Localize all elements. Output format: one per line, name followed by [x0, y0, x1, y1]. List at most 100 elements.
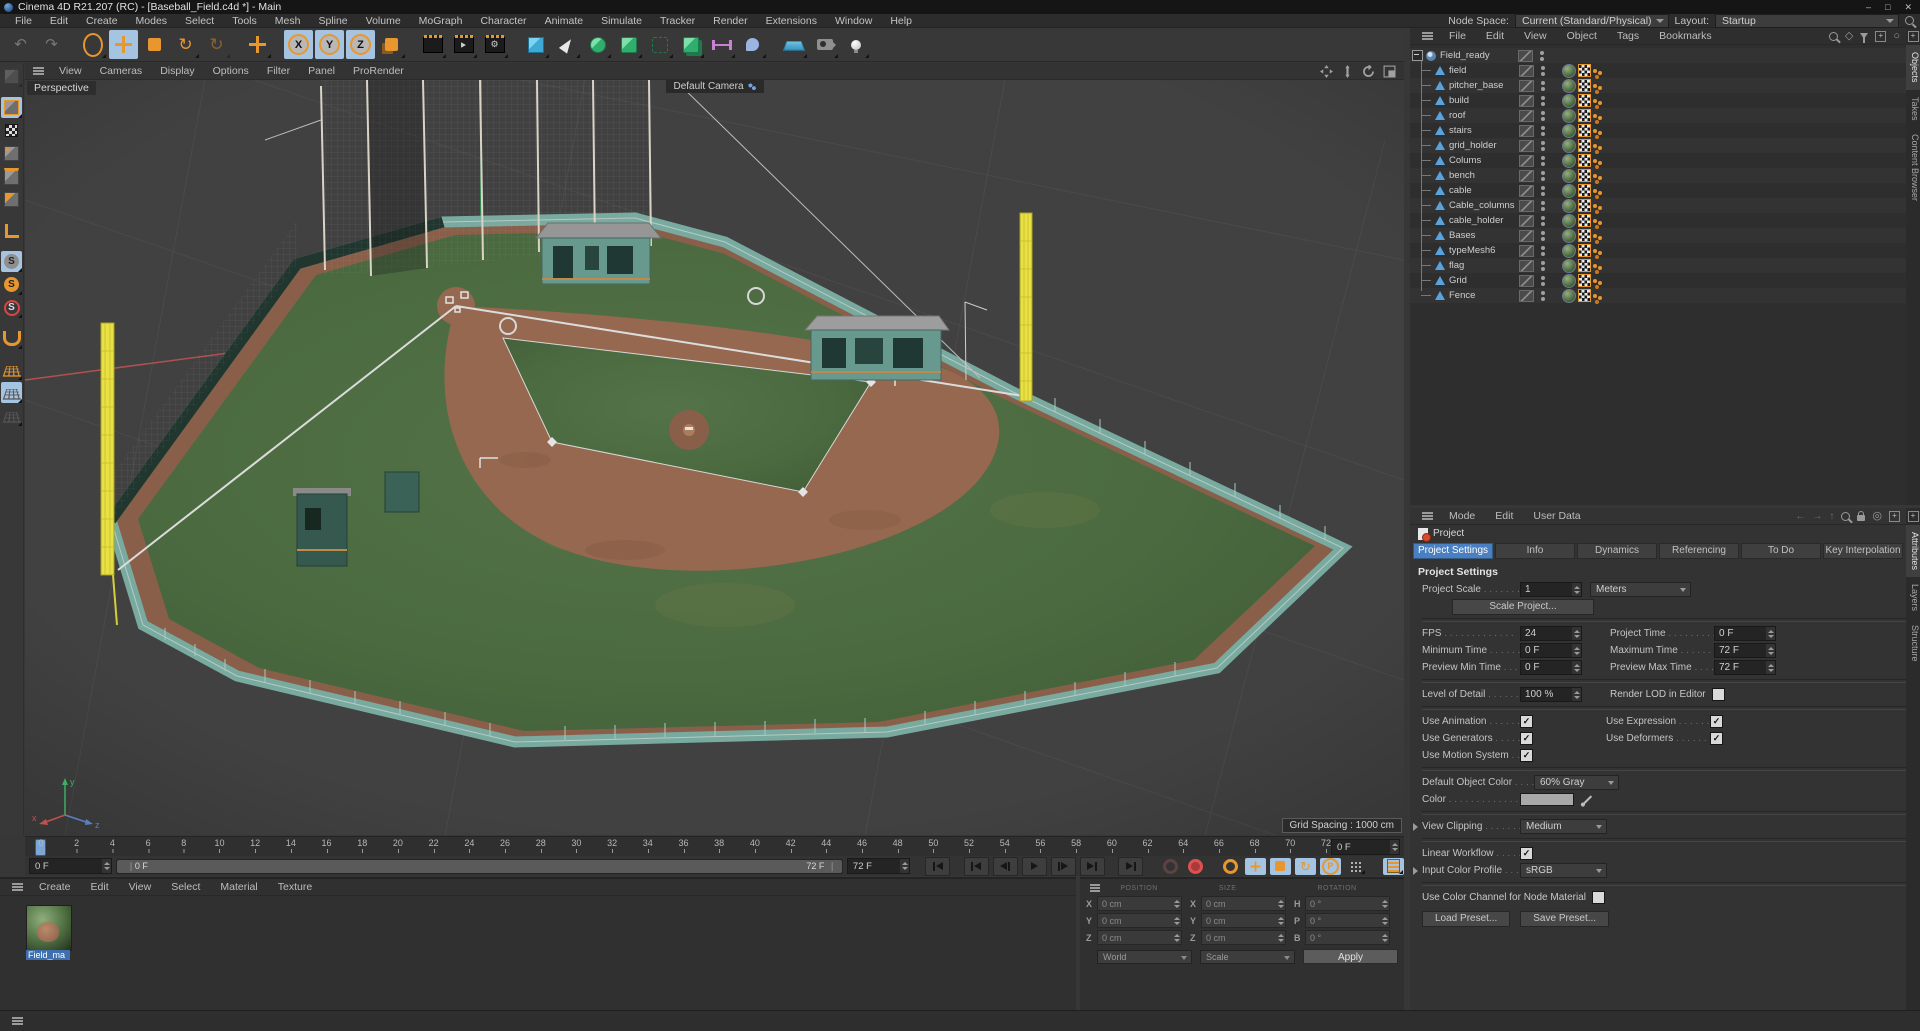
- material-menu-item[interactable]: Select: [161, 881, 210, 893]
- lock-y-axis-button[interactable]: Y: [315, 30, 344, 59]
- visibility-dots[interactable]: [1538, 110, 1548, 121]
- key-rotation-toggle[interactable]: ↻: [1294, 857, 1316, 875]
- use-motion-checkbox[interactable]: [1520, 749, 1533, 762]
- history-back-icon[interactable]: ←: [1795, 511, 1805, 522]
- menu-item[interactable]: Simulate: [592, 15, 651, 27]
- object-name[interactable]: roof: [1449, 110, 1519, 121]
- object-name[interactable]: build: [1449, 95, 1519, 106]
- rotation-p-field[interactable]: 0 °: [1305, 913, 1390, 928]
- node-space-select[interactable]: Current (Standard/Physical): [1514, 13, 1669, 28]
- uvw-tag-icon[interactable]: [1578, 289, 1591, 302]
- keyframe-record-button[interactable]: [1185, 858, 1206, 875]
- attribute-tab[interactable]: Project Settings: [1413, 543, 1493, 559]
- camera-button[interactable]: [810, 30, 839, 59]
- object-name[interactable]: bench: [1449, 170, 1519, 181]
- frame-tick[interactable]: 70: [1285, 838, 1295, 853]
- view-label[interactable]: Perspective: [27, 81, 96, 95]
- mograph-button[interactable]: [676, 30, 705, 59]
- visibility-dots[interactable]: [1538, 80, 1548, 91]
- visibility-dots[interactable]: [1538, 125, 1548, 136]
- menu-item[interactable]: Mesh: [266, 15, 310, 27]
- viewport-solo-single-button[interactable]: S: [1, 274, 22, 295]
- track-icon[interactable]: ◎: [1872, 510, 1882, 522]
- frame-tick[interactable]: 38: [714, 838, 724, 853]
- frame-tick[interactable]: 52: [964, 838, 974, 853]
- lock-workplane-button[interactable]: [1, 382, 22, 403]
- frame-tick[interactable]: 12: [250, 838, 260, 853]
- object-row[interactable]: Bases: [1410, 228, 1906, 243]
- layout-select[interactable]: Startup: [1715, 13, 1899, 28]
- position-z-field[interactable]: 0 cm: [1097, 930, 1182, 945]
- toggle-view-icon[interactable]: [1383, 65, 1396, 78]
- frame-tick[interactable]: 14: [286, 838, 296, 853]
- menu-item[interactable]: Tools: [223, 15, 266, 27]
- frame-tick[interactable]: 4: [110, 838, 115, 853]
- frame-tick[interactable]: 8: [181, 838, 186, 853]
- object-name[interactable]: field: [1449, 65, 1519, 76]
- frame-tick[interactable]: 36: [678, 838, 689, 853]
- object-row[interactable]: stairs: [1410, 123, 1906, 138]
- visibility-dots[interactable]: [1538, 155, 1548, 166]
- frame-tick[interactable]: 18: [357, 838, 367, 853]
- axis-mode-button[interactable]: [1, 220, 22, 241]
- uvw-tag-icon[interactable]: [1578, 169, 1591, 182]
- visibility-dots[interactable]: [1538, 200, 1548, 211]
- project-scale-field[interactable]: 1: [1520, 582, 1582, 597]
- visibility-dots[interactable]: [1538, 185, 1548, 196]
- viewport-menu-item[interactable]: Filter: [258, 65, 299, 77]
- material-menu-item[interactable]: Material: [210, 881, 267, 893]
- texture-tag-icon[interactable]: [1562, 213, 1576, 228]
- menu-item[interactable]: Character: [471, 15, 535, 27]
- panel-tab[interactable]: Takes: [1906, 89, 1920, 128]
- phong-tag-icon[interactable]: [1593, 263, 1597, 268]
- play-button[interactable]: [1021, 856, 1047, 876]
- layer-chip[interactable]: [1519, 199, 1534, 212]
- visibility-dots[interactable]: [1538, 245, 1548, 256]
- menu-item[interactable]: Animate: [536, 15, 593, 27]
- layer-chip[interactable]: [1519, 289, 1534, 302]
- object-row[interactable]: typeMesh6: [1410, 243, 1906, 258]
- om-path-icon[interactable]: ◇: [1845, 30, 1853, 42]
- frame-tick[interactable]: 30: [571, 838, 581, 853]
- use-deformers-checkbox[interactable]: [1710, 732, 1723, 745]
- attribute-tab[interactable]: Referencing: [1659, 543, 1739, 559]
- object-name[interactable]: cable: [1449, 185, 1519, 196]
- default-color-select[interactable]: 60% Gray: [1534, 775, 1619, 790]
- object-name[interactable]: typeMesh6: [1449, 245, 1519, 256]
- layer-chip[interactable]: [1519, 274, 1534, 287]
- phong-tag-icon[interactable]: [1593, 158, 1597, 163]
- object-row[interactable]: build: [1410, 93, 1906, 108]
- preview-max-field[interactable]: 72 F: [1714, 660, 1776, 675]
- phong-tag-icon[interactable]: [1593, 128, 1597, 133]
- generator-button[interactable]: [614, 30, 643, 59]
- frame-tick[interactable]: 20: [393, 838, 403, 853]
- object-name[interactable]: grid_holder: [1449, 140, 1519, 151]
- phong-tag-icon[interactable]: [1593, 278, 1597, 283]
- phong-tag-icon[interactable]: [1593, 203, 1597, 208]
- visibility-dots[interactable]: [1538, 290, 1548, 301]
- collapse-icon[interactable]: [1412, 50, 1423, 61]
- phong-tag-icon[interactable]: [1593, 233, 1597, 238]
- object-row-root[interactable]: Field_ready: [1410, 48, 1906, 63]
- layer-chip[interactable]: [1519, 79, 1534, 92]
- preview-range-bar[interactable]: ❘ 0 F 72 F ❘: [117, 859, 842, 873]
- menu-item[interactable]: Help: [881, 15, 921, 27]
- frame-tick[interactable]: 26: [500, 838, 510, 853]
- layer-chip[interactable]: [1519, 94, 1534, 107]
- next-frame-button[interactable]: [1050, 856, 1076, 876]
- object-row[interactable]: cable: [1410, 183, 1906, 198]
- frame-tick[interactable]: 58: [1071, 838, 1081, 853]
- uvw-tag-icon[interactable]: [1578, 214, 1591, 227]
- search-icon[interactable]: [1905, 16, 1914, 25]
- uvw-tag-icon[interactable]: [1578, 229, 1591, 242]
- attribute-tab[interactable]: Dynamics: [1577, 543, 1657, 559]
- planar-workplane-button[interactable]: [1, 405, 22, 426]
- frame-tick[interactable]: 16: [322, 838, 332, 853]
- texture-tag-icon[interactable]: [1562, 273, 1576, 288]
- global-move-tool[interactable]: [243, 30, 272, 59]
- frame-tick[interactable]: 66: [1214, 838, 1224, 853]
- uvw-tag-icon[interactable]: [1578, 154, 1591, 167]
- point-mode-button[interactable]: [1, 143, 22, 164]
- am-menu-item[interactable]: Mode: [1439, 510, 1485, 522]
- color-swatch[interactable]: [1520, 793, 1574, 806]
